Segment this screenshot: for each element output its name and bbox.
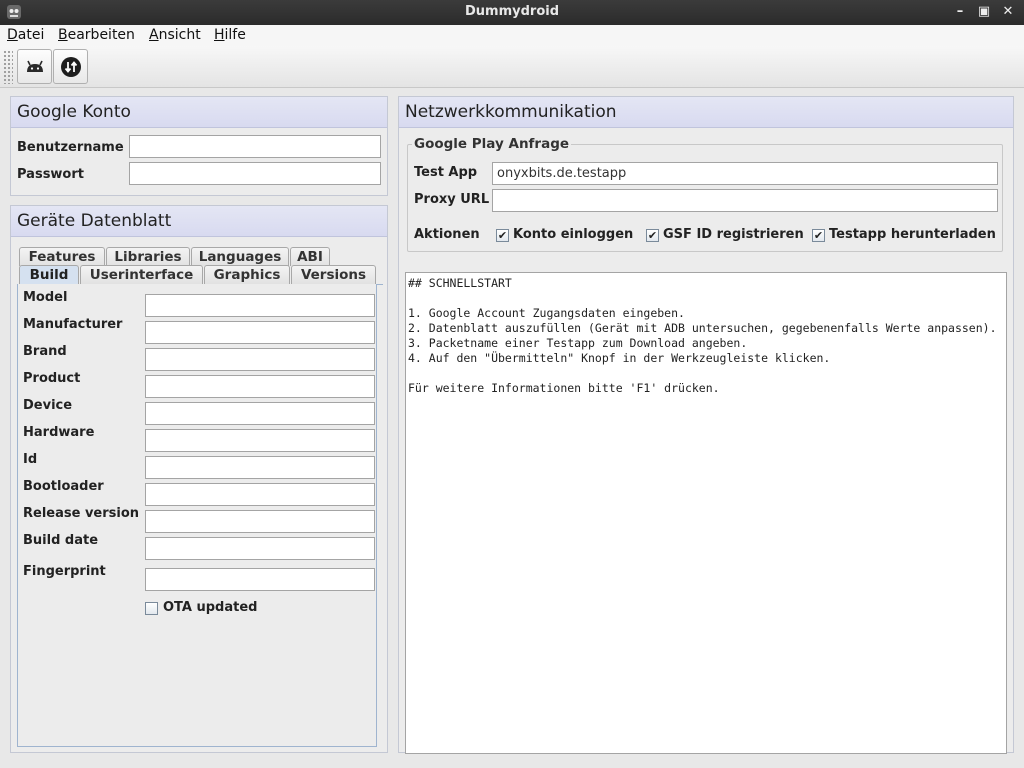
gsf-id-label: GSF ID registrieren	[663, 227, 804, 242]
model-label: Model	[23, 290, 68, 305]
release-version-input[interactable]	[145, 510, 375, 533]
menu-hilfe[interactable]: Hilfe	[214, 27, 246, 43]
tab-abi[interactable]: ABI	[290, 247, 330, 266]
menu-ansicht[interactable]: Ansicht	[149, 27, 201, 43]
sync-button[interactable]	[53, 49, 88, 84]
testapp-download-label: Testapp herunterladen	[829, 227, 996, 242]
hardware-input[interactable]	[145, 429, 375, 452]
log-output-area[interactable]: ## SCHNELLSTART 1. Google Account Zugang…	[405, 272, 1007, 754]
fingerprint-input[interactable]	[145, 568, 375, 591]
tab-versions[interactable]: Versions	[291, 265, 376, 284]
ota-updated-checkbox[interactable]	[145, 602, 158, 615]
datenblatt-panel: Geräte Datenblatt Features Libraries Lan…	[10, 205, 388, 753]
netzwerk-panel: Netzwerkkommunikation Google Play Anfrag…	[398, 96, 1014, 754]
android-icon	[27, 60, 43, 72]
log-line: 1. Google Account Zugangsdaten eingeben.	[408, 306, 685, 320]
google-play-group-title: Google Play Anfrage	[412, 136, 572, 152]
proxy-url-label: Proxy URL	[414, 192, 490, 207]
username-input[interactable]	[129, 135, 381, 158]
toolbar-grip[interactable]	[3, 50, 13, 84]
device-label: Device	[23, 398, 73, 413]
log-line: 4. Auf den "Übermitteln" Knopf in der We…	[408, 351, 831, 365]
tab-build[interactable]: Build	[19, 265, 79, 284]
toolbar	[0, 46, 1024, 88]
build-tab-body: Model Manufacturer Brand Product Device …	[17, 284, 377, 747]
id-label: Id	[23, 452, 38, 467]
testapp-label: Test App	[414, 165, 478, 180]
datenblatt-title: Geräte Datenblatt	[11, 206, 387, 237]
password-label: Passwort	[17, 167, 84, 182]
maximize-icon[interactable]: ▣	[975, 3, 993, 21]
product-input[interactable]	[145, 375, 375, 398]
google-play-group: Google Play Anfrage Test App onyxbits.de…	[407, 136, 1003, 252]
build-date-input[interactable]	[145, 537, 375, 560]
fingerprint-label: Fingerprint	[23, 564, 106, 579]
aktionen-label: Aktionen	[414, 227, 480, 242]
google-konto-title: Google Konto	[11, 97, 387, 128]
testapp-download-checkbox[interactable]: ✔	[812, 229, 825, 242]
build-date-label: Build date	[23, 533, 99, 548]
device-input[interactable]	[145, 402, 375, 425]
minimize-icon[interactable]: –	[951, 3, 969, 21]
menubar: Datei Bearbeiten Ansicht Hilfe	[0, 25, 1024, 46]
gsf-id-checkbox[interactable]: ✔	[646, 229, 659, 242]
tab-languages[interactable]: Languages	[191, 247, 289, 266]
id-input[interactable]	[145, 456, 375, 479]
password-input[interactable]	[129, 162, 381, 185]
log-line: Für weitere Informationen bitte 'F1' drü…	[408, 381, 720, 395]
menu-bearbeiten[interactable]: Bearbeiten	[58, 27, 135, 43]
log-line: 3. Packetname einer Testapp zum Download…	[408, 336, 748, 350]
konto-einloggen-label: Konto einloggen	[513, 227, 634, 242]
sync-icon	[61, 57, 81, 77]
tab-graphics[interactable]: Graphics	[204, 265, 290, 284]
release-version-label: Release version	[23, 506, 140, 521]
manufacturer-input[interactable]	[145, 321, 375, 344]
log-line: 2. Datenblatt auszufüllen (Gerät mit ADB…	[408, 321, 997, 335]
menu-datei[interactable]: Datei	[7, 27, 44, 43]
username-label: Benutzername	[17, 140, 124, 155]
log-line: ## SCHNELLSTART	[408, 276, 512, 290]
hardware-label: Hardware	[23, 425, 95, 440]
proxy-url-input[interactable]	[492, 189, 998, 212]
brand-input[interactable]	[145, 348, 375, 371]
close-icon[interactable]: ✕	[999, 3, 1017, 21]
content-area: Google Konto Benutzername Passwort Gerät…	[0, 88, 1024, 768]
bootloader-input[interactable]	[145, 483, 375, 506]
manufacturer-label: Manufacturer	[23, 317, 123, 332]
product-label: Product	[23, 371, 81, 386]
model-input[interactable]	[145, 294, 375, 317]
konto-einloggen-checkbox[interactable]: ✔	[496, 229, 509, 242]
tab-features[interactable]: Features	[19, 247, 105, 266]
tab-libraries[interactable]: Libraries	[106, 247, 190, 266]
bootloader-label: Bootloader	[23, 479, 104, 494]
brand-label: Brand	[23, 344, 67, 359]
tab-userinterface[interactable]: Userinterface	[80, 265, 203, 284]
testapp-input[interactable]: onyxbits.de.testapp	[492, 162, 998, 185]
android-button[interactable]	[17, 49, 52, 84]
window-title: Dummydroid	[464, 4, 560, 19]
google-konto-panel: Google Konto Benutzername Passwort	[10, 96, 388, 196]
ota-updated-label: OTA updated	[163, 600, 258, 615]
netzwerk-title: Netzwerkkommunikation	[399, 97, 1013, 128]
window-titlebar: Dummydroid – ▣ ✕	[0, 0, 1024, 25]
